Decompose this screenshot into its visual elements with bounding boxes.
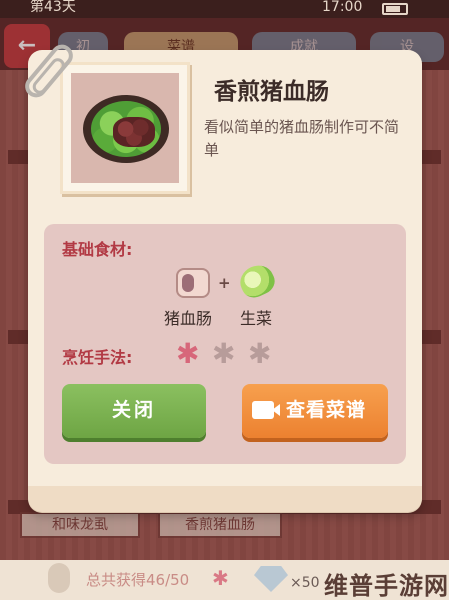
dish-photo-frame	[60, 62, 190, 194]
battery-icon	[382, 3, 408, 15]
plate	[83, 95, 169, 163]
sausage-slices	[113, 117, 155, 147]
clock: 17:00	[322, 0, 363, 15]
plus-sign: +	[218, 274, 231, 292]
view-recipe-label: 查看菜谱	[286, 399, 367, 421]
gem-count: ×50	[290, 575, 320, 591]
close-button[interactable]: 关闭	[62, 384, 206, 438]
dialog-footer	[28, 486, 422, 512]
blood-sausage-icon	[176, 268, 210, 298]
video-camera-icon	[252, 401, 280, 419]
dish-photo	[71, 73, 179, 183]
day-counter: 第43天	[30, 0, 76, 15]
ingredients-label: 基础食材:	[62, 240, 133, 259]
cooking-method-label: 烹饪手法:	[62, 348, 133, 367]
status-bar: 第43天 17:00	[0, 0, 449, 18]
watermark: 维普手游网	[324, 572, 449, 600]
ingredient-name-1: 生菜	[240, 309, 273, 328]
view-recipe-button[interactable]: 查看菜谱	[242, 384, 388, 438]
lettuce-garnish	[91, 101, 161, 157]
difficulty-flower-icon: ✱	[176, 337, 200, 370]
total-collected-label: 总共获得46/50	[86, 571, 190, 589]
flower-icon: ✱	[212, 566, 229, 590]
dish-title: 香煎猪血肠	[214, 79, 329, 105]
medal-icon	[48, 563, 70, 593]
difficulty-flower-icon: ✱	[212, 337, 236, 370]
ingredient-name-0: 猪血肠	[164, 309, 213, 328]
difficulty-flower-icon: ✱	[248, 337, 272, 370]
dish-description: 看似简单的猪血肠制作可不简单	[204, 118, 400, 159]
